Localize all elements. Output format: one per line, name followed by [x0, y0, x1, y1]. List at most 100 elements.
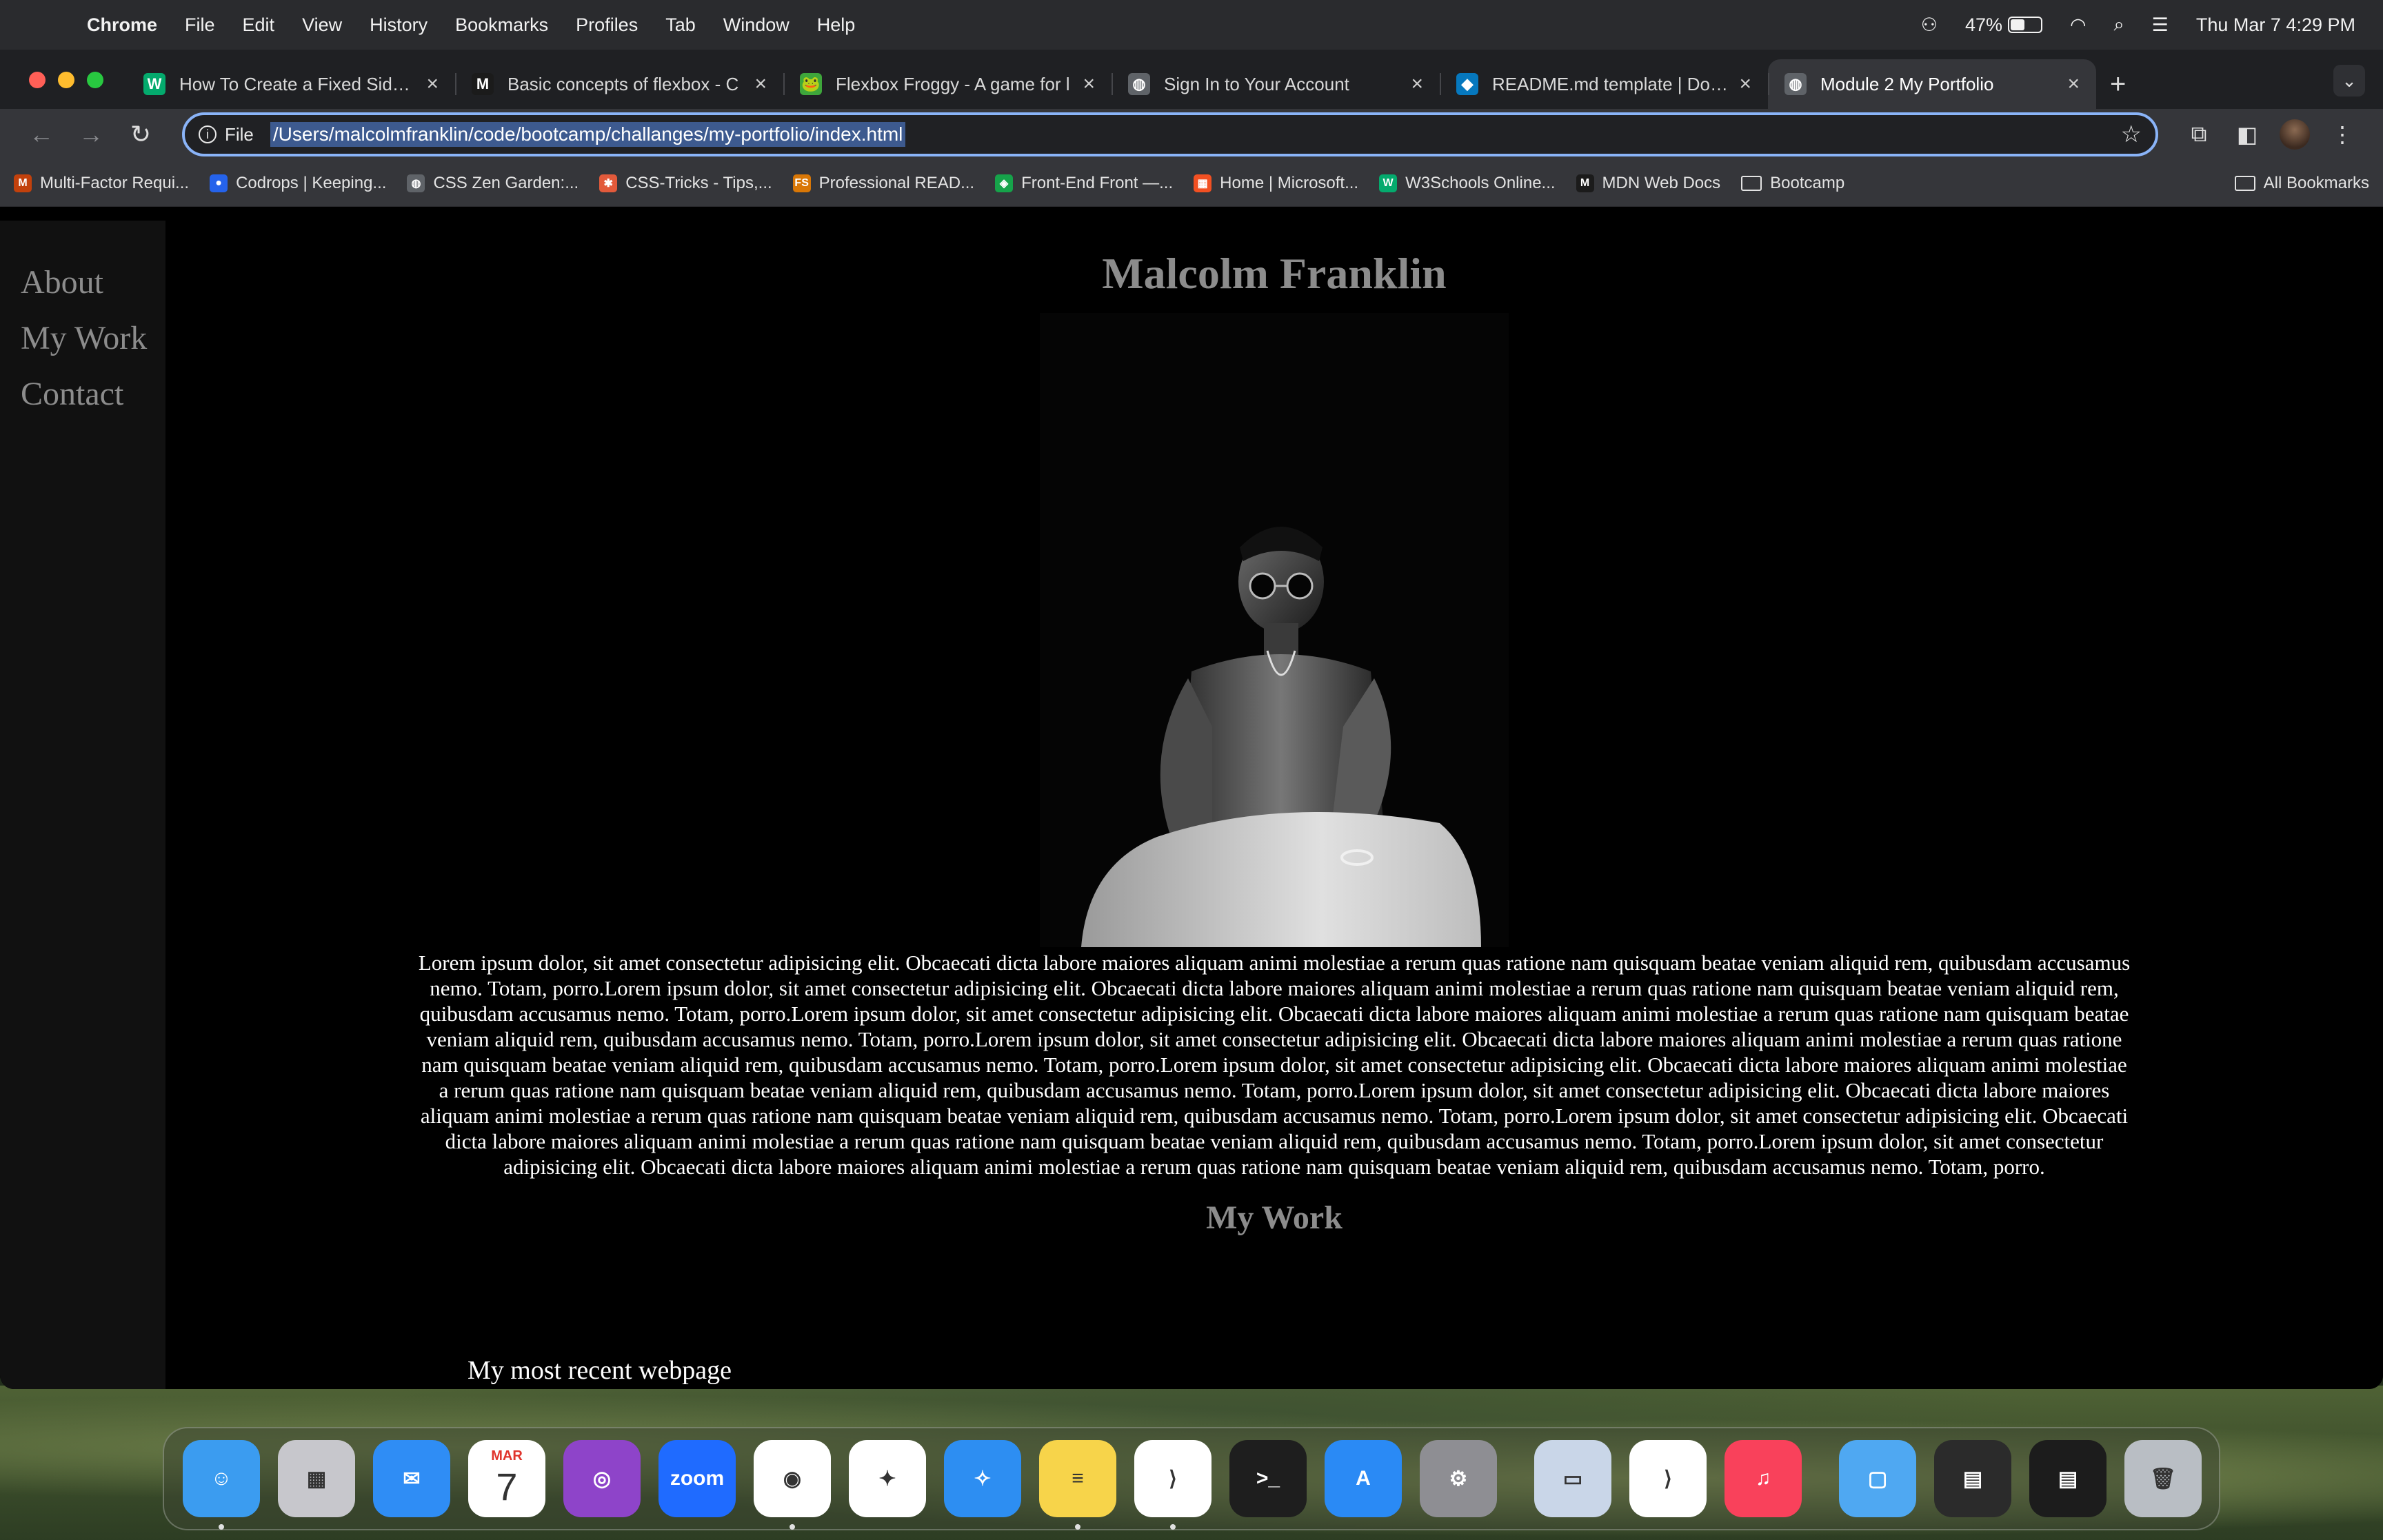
menu-edit[interactable]: Edit [243, 14, 275, 36]
minimize-window-button[interactable] [58, 72, 74, 88]
bookmark-item[interactable]: Bootcamp [1741, 174, 1844, 193]
zoom-icon[interactable]: zoom [658, 1440, 736, 1517]
menu-tab[interactable]: Tab [665, 14, 696, 36]
recent-window-2-icon[interactable]: ▤ [2029, 1440, 2107, 1517]
tab-close-icon[interactable]: × [1411, 72, 1423, 96]
wifi-icon[interactable]: ◠ [2070, 14, 2087, 36]
battery-percent: 47% [1964, 14, 2002, 35]
dock-glyph: ☺ [210, 1467, 232, 1490]
preview-icon[interactable]: ▭ [1534, 1440, 1611, 1517]
all-bookmarks-label: All Bookmarks [2263, 173, 2369, 192]
menu-window[interactable]: Window [723, 14, 790, 36]
web-page: About My Work Contact Malcolm Franklin L… [0, 221, 2383, 1389]
globe-icon: ◍ [1784, 73, 1807, 95]
reload-button[interactable]: ↻ [116, 120, 165, 149]
system-settings-icon[interactable]: ⚙ [1420, 1440, 1497, 1517]
tab-close-icon[interactable]: × [754, 72, 767, 96]
bookmark-favicon-icon: ▦ [1194, 174, 1212, 192]
browser-tab[interactable]: ◍ Sign In to Your Account × [1112, 59, 1440, 109]
spotlight-search-icon[interactable]: ⌕ [2114, 14, 2124, 36]
menu-kebab-icon[interactable]: ⋮ [2318, 121, 2366, 148]
vscode-insiders-icon[interactable]: ⟩ [1629, 1440, 1707, 1517]
people-status-icon[interactable]: ⚇ [1921, 14, 1938, 36]
menu-help[interactable]: Help [817, 14, 856, 36]
close-window-button[interactable] [29, 72, 46, 88]
bookmark-star-icon[interactable]: ☆ [2121, 121, 2142, 148]
dock-glyph: ✦ [878, 1467, 896, 1490]
recent-window-icon[interactable]: ▤ [1934, 1440, 2011, 1517]
sidebar-link-my-work[interactable]: My Work [0, 311, 165, 367]
side-panel-icon[interactable]: ◧ [2223, 121, 2271, 148]
bookmark-item[interactable]: W W3Schools Online... [1379, 174, 1556, 193]
site-info-button[interactable]: i File [199, 124, 254, 145]
bookmark-item[interactable]: ● Codrops | Keeping... [210, 174, 386, 193]
clock[interactable]: Thu Mar 7 4:29 PM [2196, 14, 2355, 36]
bookmark-item[interactable]: FS Professional READ... [792, 174, 974, 193]
mail-icon[interactable]: ✉ [373, 1440, 450, 1517]
dock-glyph: ▭ [1562, 1467, 1583, 1490]
address-bar[interactable]: i File /Users/malcolmfranklin/code/bootc… [182, 112, 2158, 156]
tab-close-icon[interactable]: × [426, 72, 439, 96]
menu-file[interactable]: File [185, 14, 215, 36]
sidebar-link-contact[interactable]: Contact [0, 367, 165, 423]
tab-search-button[interactable]: ⌄ [2333, 65, 2365, 97]
bookmark-label: Multi-Factor Requi... [40, 173, 190, 192]
menu-view[interactable]: View [302, 14, 342, 36]
new-tab-button[interactable]: + [2110, 59, 2126, 109]
app-store-icon[interactable]: A [1325, 1440, 1402, 1517]
trash-icon[interactable]: 🗑 [2124, 1440, 2202, 1517]
music-icon[interactable]: ♫ [1725, 1440, 1802, 1517]
browser-tab[interactable]: 🐸 Flexbox Froggy - A game for l × [783, 59, 1112, 109]
extensions-icon[interactable]: ⧉ [2175, 121, 2223, 148]
vscode-icon[interactable]: ⟩ [1134, 1440, 1211, 1530]
tab-title: Flexbox Froggy - A game for l [836, 73, 1070, 94]
profile-avatar[interactable] [2280, 119, 2310, 150]
bookmark-item[interactable]: ◈ Front-End Front —... [995, 174, 1173, 193]
bookmark-item[interactable]: M Multi-Factor Requi... [14, 174, 189, 193]
browser-tab[interactable]: ◍ Module 2 My Portfolio × [1768, 59, 2096, 109]
tab-close-icon[interactable]: × [2067, 72, 2080, 96]
menu-profiles[interactable]: Profiles [576, 14, 638, 36]
calendar-icon[interactable]: MAR 7 [468, 1440, 545, 1517]
menu-history[interactable]: History [370, 14, 428, 36]
chrome-icon[interactable]: ◉ [754, 1440, 831, 1530]
dock-glyph: ✧ [974, 1467, 992, 1490]
dock-glyph: ▢ [1867, 1467, 1888, 1490]
all-bookmarks-button[interactable]: All Bookmarks [2234, 173, 2369, 193]
browser-tab[interactable]: ◆ README.md template | Docum × [1440, 59, 1768, 109]
bookmark-item[interactable]: ✱ CSS-Tricks - Tips,... [599, 174, 772, 193]
macos-menu-bar: Chrome File Edit View History Bookmarks … [0, 0, 2383, 50]
running-indicator [790, 1524, 795, 1530]
terminal-icon[interactable]: >_ [1229, 1440, 1307, 1517]
dock-glyph: ◎ [592, 1467, 612, 1490]
calendar-day: 7 [496, 1465, 518, 1508]
dock-glyph: ⟩ [1169, 1467, 1177, 1490]
slack-icon[interactable]: ✦ [849, 1440, 926, 1517]
tab-close-icon[interactable]: × [1739, 72, 1751, 96]
forward-button[interactable]: → [66, 120, 116, 149]
tab-close-icon[interactable]: × [1083, 72, 1095, 96]
chrome-window: W How To Create a Fixed Sideba × M Basic con… [0, 50, 2383, 1389]
battery-status[interactable]: 47% [1965, 14, 2042, 36]
notes-icon[interactable]: ≡ [1039, 1440, 1116, 1530]
launchpad-icon[interactable]: ▦ [278, 1440, 355, 1517]
safari-icon[interactable]: ✧ [944, 1440, 1021, 1517]
finder-icon[interactable]: ☺ [183, 1440, 260, 1530]
browser-tab[interactable]: W How To Create a Fixed Sideba × [127, 59, 455, 109]
browser-tab[interactable]: M Basic concepts of flexbox - C × [455, 59, 783, 109]
url-text[interactable]: /Users/malcolmfranklin/code/bootcamp/cha… [270, 122, 906, 147]
dock-glyph: ≡ [1072, 1467, 1084, 1490]
tab-strip: W How To Create a Fixed Sideba × M Basic con… [0, 50, 2383, 109]
bookmark-item[interactable]: ▦ Home | Microsoft... [1194, 174, 1358, 193]
control-center-icon[interactable]: ☰ [2152, 14, 2169, 36]
menu-app-name[interactable]: Chrome [87, 14, 157, 36]
back-button[interactable]: ← [17, 120, 66, 149]
github-desktop-icon[interactable]: ◎ [563, 1440, 641, 1517]
sidebar-link-about[interactable]: About [0, 255, 165, 311]
tab-title: README.md template | Docum [1492, 73, 1729, 94]
menu-bookmarks[interactable]: Bookmarks [455, 14, 548, 36]
zoom-window-button[interactable] [87, 72, 103, 88]
downloads-folder-icon[interactable]: ▢ [1839, 1440, 1916, 1517]
bookmark-item[interactable]: ◍ CSS Zen Garden:... [407, 174, 579, 193]
bookmark-item[interactable]: M MDN Web Docs [1576, 174, 1720, 193]
